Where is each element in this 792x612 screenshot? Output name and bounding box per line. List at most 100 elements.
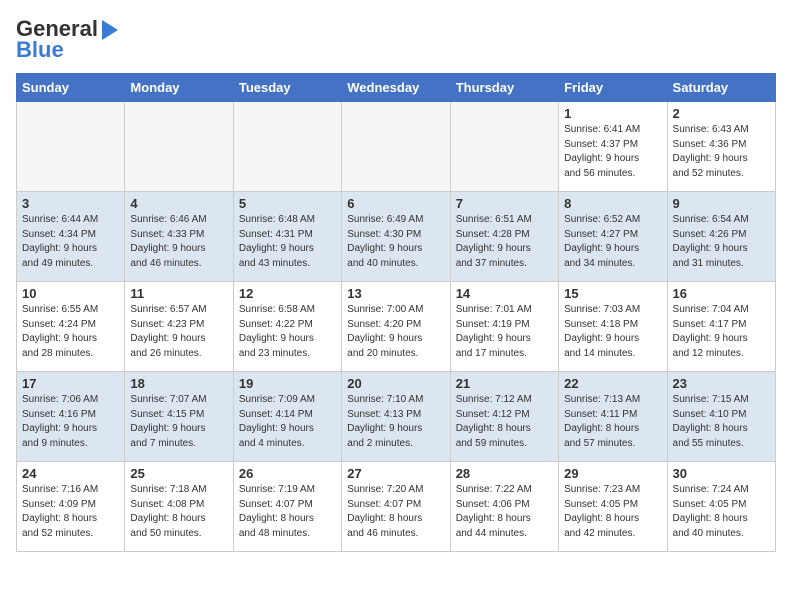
weekday-header: Sunday: [17, 74, 125, 102]
calendar-day: 24 Sunrise: 7:16 AM Sunset: 4:09 PM Dayli…: [17, 462, 125, 552]
calendar-day: 23 Sunrise: 7:15 AM Sunset: 4:10 PM Dayli…: [667, 372, 775, 462]
calendar-day: 5 Sunrise: 6:48 AM Sunset: 4:31 PM Daylig…: [233, 192, 341, 282]
day-info: Sunrise: 7:23 AM Sunset: 4:05 PM Dayligh…: [564, 483, 661, 541]
day-info: Sunrise: 7:18 AM Sunset: 4:08 PM Dayligh…: [130, 483, 227, 541]
calendar-day: 13Sunrise: 7:00 AM Sunset: 4:20 PM Dayli…: [342, 282, 450, 372]
calendar-day: [342, 102, 450, 192]
day-info: Sunrise: 7:19 AM Sunset: 4:07 PM Dayligh…: [239, 483, 336, 541]
calendar-day: 19 Sunrise: 7:09 AM Sunset: 4:14 PM Dayli…: [233, 372, 341, 462]
calendar-day: 4 Sunrise: 6:46 AM Sunset: 4:33 PM Daylig…: [125, 192, 233, 282]
day-info: Sunrise: 7:09 AM Sunset: 4:14 PM Dayligh…: [239, 393, 336, 451]
weekday-header: Monday: [125, 74, 233, 102]
weekday-header: Tuesday: [233, 74, 341, 102]
day-info: Sunrise: 7:01 AM Sunset: 4:19 PM Dayligh…: [456, 303, 553, 361]
logo-blue: Blue: [16, 37, 118, 63]
calendar-day: 12 Sunrise: 6:58 AM Sunset: 4:22 PM Dayli…: [233, 282, 341, 372]
calendar-day: 21 Sunrise: 7:12 AM Sunset: 4:12 PM Dayli…: [450, 372, 558, 462]
weekday-header: Wednesday: [342, 74, 450, 102]
day-number: 5: [239, 196, 336, 211]
day-number: 20: [347, 376, 444, 391]
calendar-day: 14 Sunrise: 7:01 AM Sunset: 4:19 PM Dayli…: [450, 282, 558, 372]
day-number: 24: [22, 466, 119, 481]
calendar-day: 8 Sunrise: 6:52 AM Sunset: 4:27 PM Daylig…: [559, 192, 667, 282]
calendar-week-row: 24 Sunrise: 7:16 AM Sunset: 4:09 PM Dayli…: [17, 462, 776, 552]
day-info: Sunrise: 7:10 AM Sunset: 4:13 PM Dayligh…: [347, 393, 444, 451]
day-info: Sunrise: 7:15 AM Sunset: 4:10 PM Dayligh…: [673, 393, 770, 451]
day-number: 18: [130, 376, 227, 391]
logo: General Blue: [16, 16, 118, 63]
day-info: Sunrise: 6:48 AM Sunset: 4:31 PM Dayligh…: [239, 213, 336, 271]
day-number: 21: [456, 376, 553, 391]
day-info: Sunrise: 6:52 AM Sunset: 4:27 PM Dayligh…: [564, 213, 661, 271]
calendar-day: 15Sunrise: 7:03 AM Sunset: 4:18 PM Dayli…: [559, 282, 667, 372]
day-number: 15: [564, 286, 661, 301]
calendar-day: 16Sunrise: 7:04 AM Sunset: 4:17 PM Dayli…: [667, 282, 775, 372]
day-info: Sunrise: 6:57 AM Sunset: 4:23 PM Dayligh…: [130, 303, 227, 361]
calendar-day: 9 Sunrise: 6:54 AM Sunset: 4:26 PM Daylig…: [667, 192, 775, 282]
calendar-day: 6 Sunrise: 6:49 AM Sunset: 4:30 PM Daylig…: [342, 192, 450, 282]
day-info: Sunrise: 7:22 AM Sunset: 4:06 PM Dayligh…: [456, 483, 553, 541]
day-number: 6: [347, 196, 444, 211]
day-number: 16: [673, 286, 770, 301]
calendar-day: 18 Sunrise: 7:07 AM Sunset: 4:15 PM Dayli…: [125, 372, 233, 462]
day-info: Sunrise: 7:06 AM Sunset: 4:16 PM Dayligh…: [22, 393, 119, 451]
calendar-day: 11 Sunrise: 6:57 AM Sunset: 4:23 PM Dayli…: [125, 282, 233, 372]
day-number: 23: [673, 376, 770, 391]
day-info: Sunrise: 6:43 AM Sunset: 4:36 PM Dayligh…: [673, 123, 770, 181]
day-info: Sunrise: 6:58 AM Sunset: 4:22 PM Dayligh…: [239, 303, 336, 361]
calendar-day: 22Sunrise: 7:13 AM Sunset: 4:11 PM Dayli…: [559, 372, 667, 462]
day-info: Sunrise: 7:12 AM Sunset: 4:12 PM Dayligh…: [456, 393, 553, 451]
calendar-day: [450, 102, 558, 192]
day-number: 1: [564, 106, 661, 121]
day-number: 11: [130, 286, 227, 301]
calendar-week-row: 17 Sunrise: 7:06 AM Sunset: 4:16 PM Dayli…: [17, 372, 776, 462]
day-number: 26: [239, 466, 336, 481]
day-number: 4: [130, 196, 227, 211]
day-number: 9: [673, 196, 770, 211]
day-info: Sunrise: 6:41 AM Sunset: 4:37 PM Dayligh…: [564, 123, 661, 181]
day-number: 7: [456, 196, 553, 211]
day-number: 8: [564, 196, 661, 211]
day-info: Sunrise: 6:49 AM Sunset: 4:30 PM Dayligh…: [347, 213, 444, 271]
day-info: Sunrise: 6:46 AM Sunset: 4:33 PM Dayligh…: [130, 213, 227, 271]
calendar-day: 27 Sunrise: 7:20 AM Sunset: 4:07 PM Dayli…: [342, 462, 450, 552]
day-info: Sunrise: 7:07 AM Sunset: 4:15 PM Dayligh…: [130, 393, 227, 451]
day-number: 30: [673, 466, 770, 481]
day-info: Sunrise: 6:51 AM Sunset: 4:28 PM Dayligh…: [456, 213, 553, 271]
calendar-day: 2 Sunrise: 6:43 AM Sunset: 4:36 PM Daylig…: [667, 102, 775, 192]
header-row: SundayMondayTuesdayWednesdayThursdayFrid…: [17, 74, 776, 102]
day-number: 2: [673, 106, 770, 121]
calendar-week-row: 3 Sunrise: 6:44 AM Sunset: 4:34 PM Daylig…: [17, 192, 776, 282]
calendar-day: 20 Sunrise: 7:10 AM Sunset: 4:13 PM Dayli…: [342, 372, 450, 462]
calendar-week-row: 10Sunrise: 6:55 AM Sunset: 4:24 PM Dayli…: [17, 282, 776, 372]
day-number: 27: [347, 466, 444, 481]
calendar-day: 29Sunrise: 7:23 AM Sunset: 4:05 PM Dayli…: [559, 462, 667, 552]
weekday-header: Friday: [559, 74, 667, 102]
day-number: 19: [239, 376, 336, 391]
day-info: Sunrise: 7:00 AM Sunset: 4:20 PM Dayligh…: [347, 303, 444, 361]
calendar-day: 25Sunrise: 7:18 AM Sunset: 4:08 PM Dayli…: [125, 462, 233, 552]
day-number: 10: [22, 286, 119, 301]
day-info: Sunrise: 6:44 AM Sunset: 4:34 PM Dayligh…: [22, 213, 119, 271]
day-number: 17: [22, 376, 119, 391]
day-info: Sunrise: 7:24 AM Sunset: 4:05 PM Dayligh…: [673, 483, 770, 541]
calendar-day: 30 Sunrise: 7:24 AM Sunset: 4:05 PM Dayli…: [667, 462, 775, 552]
weekday-header: Thursday: [450, 74, 558, 102]
day-number: 28: [456, 466, 553, 481]
day-info: Sunrise: 7:16 AM Sunset: 4:09 PM Dayligh…: [22, 483, 119, 541]
calendar-day: 1 Sunrise: 6:41 AM Sunset: 4:37 PM Daylig…: [559, 102, 667, 192]
day-number: 3: [22, 196, 119, 211]
day-info: Sunrise: 7:20 AM Sunset: 4:07 PM Dayligh…: [347, 483, 444, 541]
weekday-header: Saturday: [667, 74, 775, 102]
calendar-day: 28 Sunrise: 7:22 AM Sunset: 4:06 PM Dayli…: [450, 462, 558, 552]
day-number: 12: [239, 286, 336, 301]
calendar-day: [125, 102, 233, 192]
calendar-day: 7 Sunrise: 6:51 AM Sunset: 4:28 PM Daylig…: [450, 192, 558, 282]
calendar-day: [17, 102, 125, 192]
day-info: Sunrise: 6:54 AM Sunset: 4:26 PM Dayligh…: [673, 213, 770, 271]
calendar-day: 17 Sunrise: 7:06 AM Sunset: 4:16 PM Dayli…: [17, 372, 125, 462]
calendar-day: 3 Sunrise: 6:44 AM Sunset: 4:34 PM Daylig…: [17, 192, 125, 282]
day-info: Sunrise: 7:13 AM Sunset: 4:11 PM Dayligh…: [564, 393, 661, 451]
page-header: General Blue: [16, 16, 776, 63]
day-number: 14: [456, 286, 553, 301]
